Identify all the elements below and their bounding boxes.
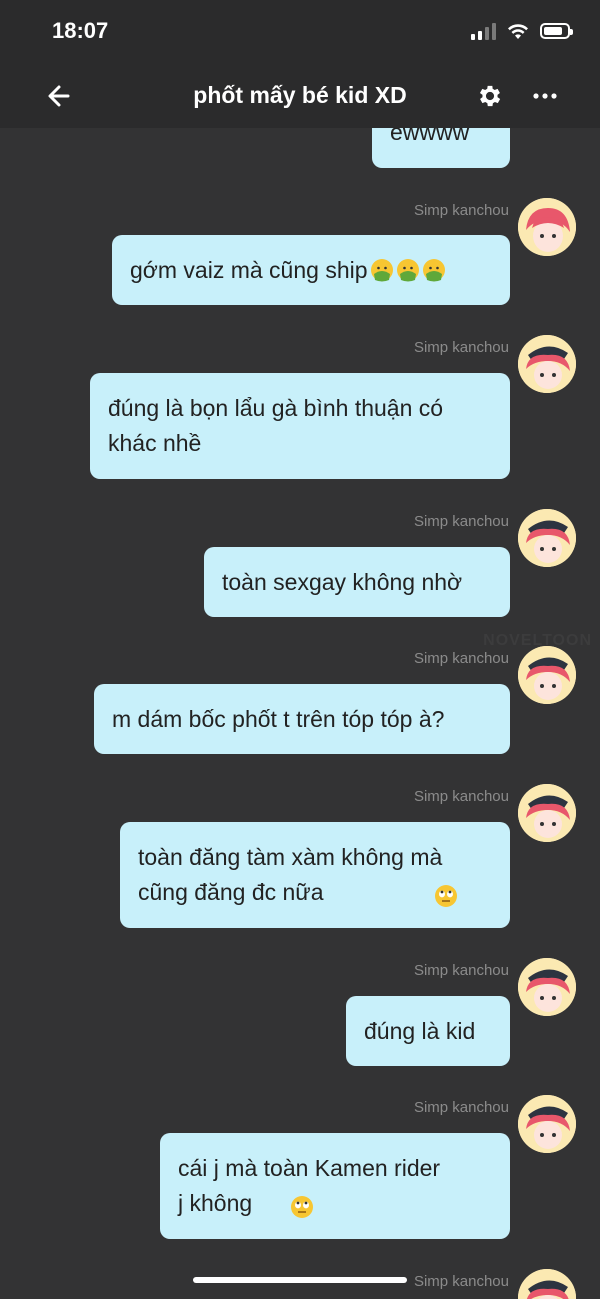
- status-icons: [471, 22, 573, 40]
- avatar[interactable]: [518, 958, 576, 1016]
- signal-icon: [471, 22, 496, 40]
- anime-avatar-icon: [518, 646, 576, 704]
- nauseated-face-icon: [422, 259, 445, 282]
- wifi-icon: [508, 24, 528, 39]
- sender-name: Simp kanchou: [413, 513, 509, 530]
- anime-avatar-icon: [518, 335, 576, 393]
- sender-name: Simp kanchou: [413, 339, 509, 356]
- avatar[interactable]: [518, 784, 576, 842]
- message-bubble[interactable]: toàn sexgay không nhờ: [204, 547, 510, 617]
- sender-name: Simp kanchou: [413, 1273, 509, 1290]
- avatar[interactable]: [518, 1095, 576, 1153]
- status-bar: 18:07: [0, 0, 600, 64]
- anime-avatar-icon: [518, 198, 576, 256]
- more-options-icon[interactable]: [530, 86, 560, 106]
- gear-icon[interactable]: [476, 82, 504, 110]
- sender-name: Simp kanchou: [413, 962, 509, 979]
- home-indicator[interactable]: [193, 1277, 407, 1283]
- avatar[interactable]: [518, 198, 576, 256]
- status-time: 18:07: [52, 18, 109, 43]
- eye-roll-face-icon: [435, 885, 458, 907]
- message-text: toàn đăng tàm xàm không mà cũng đăng đc …: [138, 844, 443, 905]
- message-text: toàn sexgay không nhờ: [222, 568, 463, 595]
- chat-message-list[interactable]: ewwww Simp kanchou gớm vaiz mà cũng ship…: [0, 128, 600, 1299]
- sender-name: Simp kanchou: [413, 1099, 509, 1116]
- message-bubble[interactable]: đúng là bọn lẩu gà bình thuận có khác nh…: [90, 373, 510, 479]
- message-text: m dám bốc phốt t trên tóp tóp à?: [112, 705, 445, 732]
- message-text: đúng là bọn lẩu gà bình thuận có khác nh…: [108, 395, 444, 456]
- message-bubble[interactable]: m dám bốc phốt t trên tóp tóp à?: [94, 684, 510, 754]
- nauseated-face-icon: [396, 259, 419, 282]
- message-bubble[interactable]: ewwww: [372, 128, 510, 168]
- anime-avatar-icon: [518, 1269, 576, 1299]
- avatar[interactable]: [518, 1269, 576, 1299]
- anime-avatar-icon: [518, 509, 576, 567]
- message-bubble[interactable]: đúng là kid: [346, 996, 510, 1066]
- anime-avatar-icon: [518, 958, 576, 1016]
- nauseated-face-icon: [370, 259, 393, 282]
- message-bubble[interactable]: toàn đăng tàm xàm không mà cũng đăng đc …: [120, 822, 510, 928]
- chat-header: phốt mấy bé kid XD: [0, 64, 600, 128]
- battery-icon: [540, 23, 573, 39]
- sender-name: Simp kanchou: [413, 788, 509, 805]
- chat-title: phốt mấy bé kid XD: [193, 82, 407, 108]
- eye-roll-face-icon: [291, 1196, 314, 1218]
- anime-avatar-icon: [518, 784, 576, 842]
- sender-name: Simp kanchou: [413, 650, 509, 667]
- avatar[interactable]: [518, 646, 576, 704]
- message-bubble[interactable]: gớm vaiz mà cũng ship: [112, 235, 510, 305]
- watermark: NOVELTOON: [483, 632, 592, 649]
- anime-avatar-icon: [518, 1095, 576, 1153]
- message-text: đúng là kid: [364, 1017, 476, 1044]
- message-text: ewwww: [390, 128, 470, 145]
- sender-name: Simp kanchou: [413, 202, 509, 219]
- message-bubble[interactable]: cái j mà toàn Kamen rider j không: [160, 1133, 510, 1239]
- message-text: gớm vaiz mà cũng ship: [130, 256, 368, 283]
- avatar[interactable]: [518, 335, 576, 393]
- avatar[interactable]: [518, 509, 576, 567]
